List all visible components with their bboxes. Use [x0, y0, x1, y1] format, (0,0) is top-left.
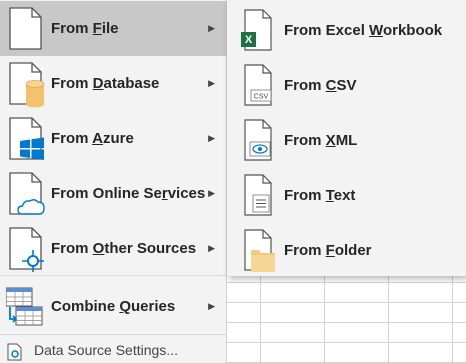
menu-separator — [0, 275, 227, 276]
excel-workbook-icon: X — [241, 9, 272, 51]
submenu-item-from-excel-workbook[interactable]: X From Excel Workbook — [227, 3, 466, 58]
text-file-icon — [244, 174, 272, 216]
chevron-right-icon: ▶ — [208, 23, 215, 33]
menu-item-combine-queries[interactable]: Combine Queries ▶ — [0, 279, 227, 334]
submenu-item-from-folder[interactable]: From Folder — [227, 223, 466, 278]
menu-item-label: From Database — [51, 75, 160, 92]
chevron-right-icon: ▶ — [208, 133, 215, 143]
database-icon — [9, 62, 45, 108]
azure-icon — [9, 117, 44, 160]
chevron-right-icon: ▶ — [208, 78, 215, 88]
other-sources-icon — [9, 227, 44, 272]
submenu-item-from-xml[interactable]: From XML — [227, 113, 466, 168]
menu-item-from-azure[interactable]: From Azure ▶ — [0, 111, 227, 166]
submenu-item-label: From Folder — [284, 242, 372, 259]
xml-icon — [244, 119, 272, 161]
menu-item-from-file[interactable]: From File ▶ — [0, 1, 227, 56]
submenu-item-label: From Text — [284, 187, 356, 204]
submenu-item-label: From CSV — [284, 77, 357, 94]
menu-item-data-source-settings[interactable]: Data Source Settings... — [0, 336, 227, 363]
submenu-item-label: From XML — [284, 132, 358, 149]
menu-item-from-other-sources[interactable]: From Other Sources ▶ — [0, 221, 227, 276]
menu-item-label: Data Source Settings... — [34, 341, 178, 358]
submenu-item-label: From Excel Workbook — [284, 22, 443, 39]
menu-item-label: From Other Sources — [51, 240, 197, 257]
menu-item-label: From Online Services — [51, 185, 206, 202]
chevron-right-icon: ▶ — [208, 301, 215, 311]
menu-item-from-database[interactable]: From Database ▶ — [0, 56, 227, 111]
spreadsheet-grid — [226, 276, 466, 363]
menu-item-from-online-services[interactable]: From Online Services ▶ — [0, 166, 227, 221]
combine-queries-icon — [6, 287, 43, 326]
menu-item-label: From Azure — [51, 130, 134, 147]
chevron-right-icon: ▶ — [208, 188, 215, 198]
get-data-menu: From File ▶ From Database ▶ From Azure ▶ — [0, 0, 227, 363]
from-file-submenu: X From Excel Workbook CSV From CSV From … — [227, 0, 466, 276]
menu-item-label: Combine Queries — [51, 298, 176, 315]
svg-text:X: X — [245, 34, 253, 46]
csv-icon: CSV — [244, 64, 272, 106]
folder-icon — [244, 229, 275, 272]
submenu-item-from-csv[interactable]: CSV From CSV — [227, 58, 466, 113]
svg-text:CSV: CSV — [254, 94, 269, 101]
data-source-settings-icon — [7, 343, 22, 361]
submenu-item-from-text[interactable]: From Text — [227, 168, 466, 223]
chevron-right-icon: ▶ — [208, 243, 215, 253]
online-services-icon — [9, 172, 45, 215]
menu-separator — [0, 334, 227, 335]
file-icon — [9, 7, 42, 50]
menu-item-label: From File — [51, 20, 119, 37]
